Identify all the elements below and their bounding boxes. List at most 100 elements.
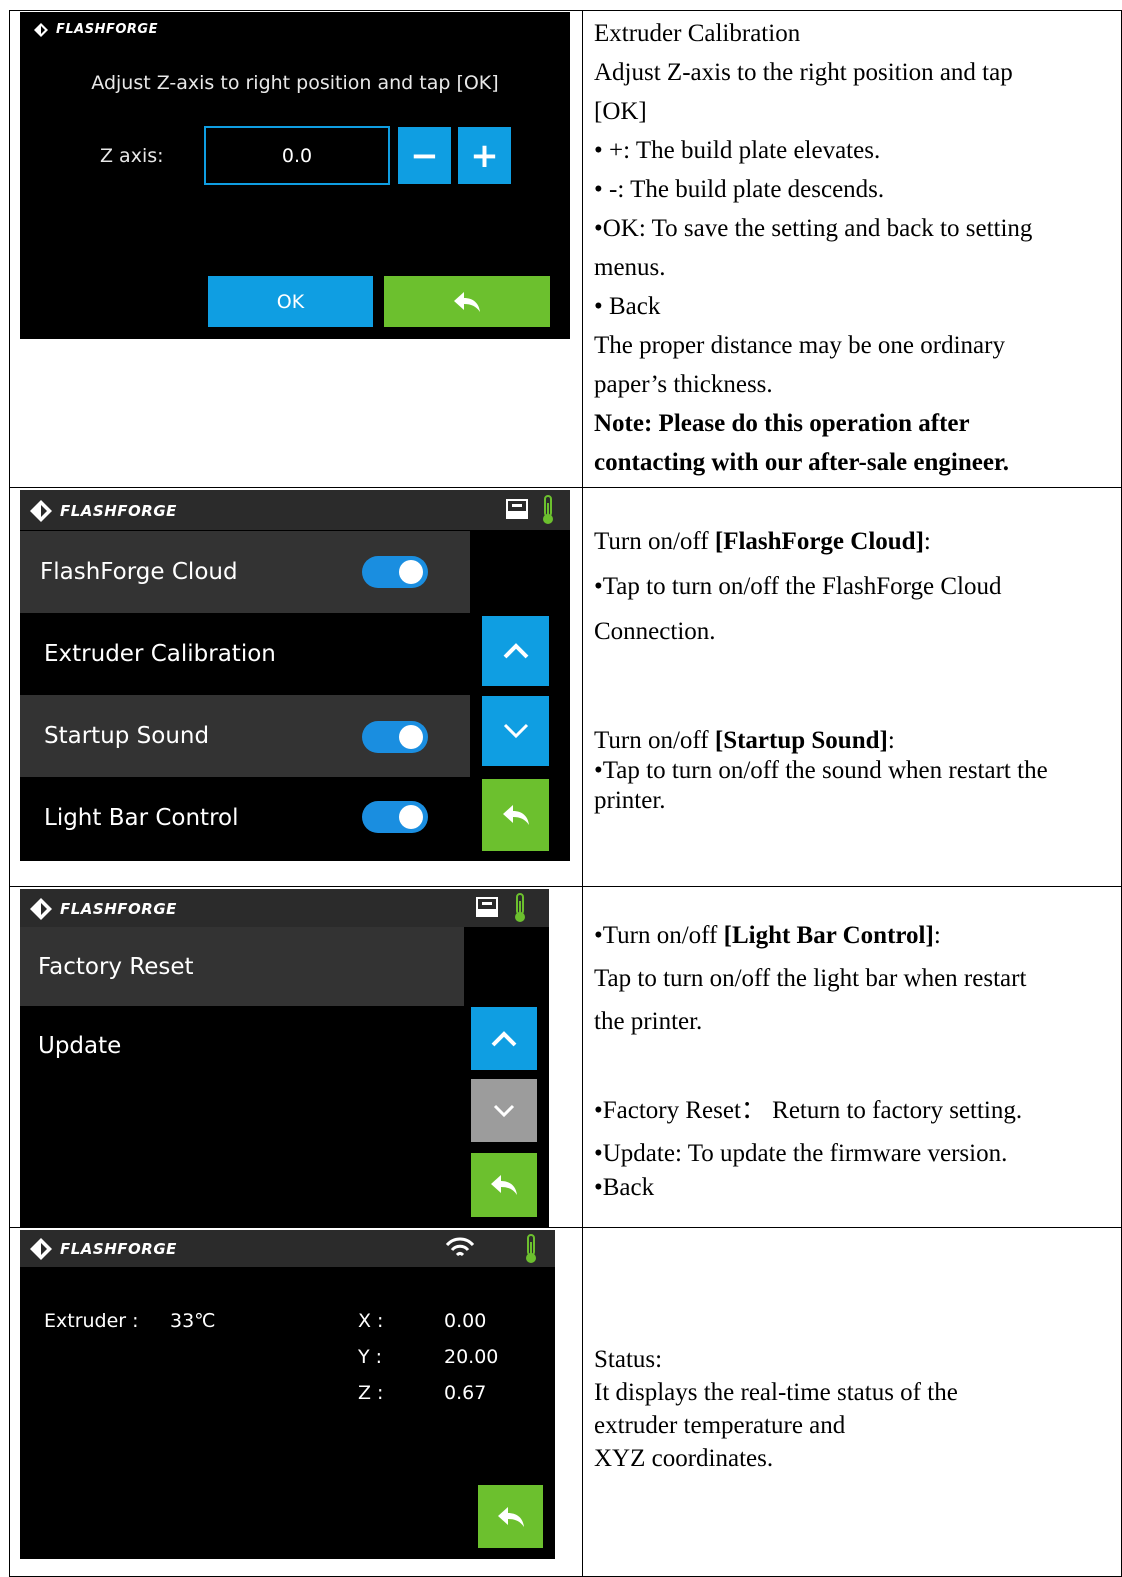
back-arrow-icon <box>502 805 529 825</box>
chevron-down-icon <box>493 1104 515 1117</box>
light-bar-toggle[interactable] <box>362 801 428 833</box>
thermometer-icon <box>526 1234 536 1263</box>
menu-row-light-bar-control[interactable]: Light Bar Control <box>20 777 470 859</box>
desc-line: printer. <box>594 787 666 814</box>
logo-text: FLASHFORGE <box>60 1240 177 1258</box>
menu-row-factory-reset[interactable]: Factory Reset <box>20 927 464 1006</box>
flashforge-logo: FLASHFORGE <box>30 500 177 522</box>
cloud-toggle[interactable] <box>362 556 428 588</box>
settings-menu-screen: FLASHFORGE FlashForge Cloud Extruder Cal… <box>20 490 570 861</box>
z-value: 0.67 <box>444 1382 487 1404</box>
thermometer-icon <box>515 893 525 922</box>
z-axis-value: 0.0 <box>281 144 313 167</box>
desc-heading: Turn on/off [Startup Sound]: <box>594 727 895 754</box>
desc-line: Tap to turn on/off the light bar when re… <box>594 965 1027 992</box>
desc-bullet: •OK: To save the setting and back to set… <box>594 215 1033 242</box>
calibration-screen: FLASHFORGE Adjust Z-axis to right positi… <box>20 12 570 339</box>
extruder-temperature: 33℃ <box>170 1310 216 1332</box>
flashforge-logo-icon <box>30 1238 52 1260</box>
menu-row-update[interactable]: Update <box>20 1006 464 1085</box>
top-bar: FLASHFORGE <box>20 490 570 530</box>
desc-line: menus. <box>594 254 666 281</box>
flashforge-logo-icon <box>30 500 52 522</box>
minus-button[interactable]: − <box>398 127 451 184</box>
description-status: Status: It displays the real-time status… <box>594 1343 1114 1475</box>
desc-line: [OK] <box>594 98 647 125</box>
menu-row-extruder-calibration[interactable]: Extruder Calibration <box>20 613 470 695</box>
logo-text: FLASHFORGE <box>56 22 158 37</box>
chevron-down-icon <box>503 723 528 739</box>
scroll-down-button[interactable] <box>471 1079 537 1142</box>
flashforge-logo: FLASHFORGE <box>30 1238 177 1260</box>
logo-text: FLASHFORGE <box>60 900 177 918</box>
x-label: X : <box>358 1310 384 1332</box>
desc-line: Adjust Z-axis to the right position and … <box>594 59 1013 86</box>
back-button[interactable] <box>471 1153 537 1217</box>
back-arrow-icon <box>497 1506 524 1527</box>
menu-row-label: Startup Sound <box>44 723 210 749</box>
desc-bullet: • -: The build plate descends. <box>594 176 885 203</box>
plus-button[interactable]: + <box>458 127 511 184</box>
desc-line: paper’s thickness. <box>594 371 773 398</box>
desc-line: XYZ coordinates. <box>594 1445 774 1472</box>
desc-note: contacting with our after-sale engineer. <box>594 449 1009 476</box>
desc-line: The proper distance may be one ordinary <box>594 332 1005 359</box>
printer-icon <box>476 897 498 917</box>
z-axis-value-field[interactable]: 0.0 <box>204 126 390 185</box>
desc-bullet: •Factory Reset： Return to factory settin… <box>594 1097 1023 1124</box>
description-cloud-sound: Turn on/off [FlashForge Cloud]: •Tap to … <box>594 522 1114 816</box>
back-button[interactable] <box>482 779 549 851</box>
flashforge-logo-icon <box>30 898 52 920</box>
z-label: Z : <box>358 1382 384 1404</box>
desc-heading: Turn on/off [FlashForge Cloud]: <box>594 528 931 555</box>
desc-heading: •Turn on/off [Light Bar Control]: <box>594 922 941 949</box>
printer-icon <box>506 499 528 519</box>
menu-row-flashforge-cloud[interactable]: FlashForge Cloud <box>20 531 470 613</box>
calibration-instruction: Adjust Z-axis to right position and tap … <box>91 72 499 94</box>
scroll-up-button[interactable] <box>482 616 549 686</box>
back-arrow-icon <box>491 1175 517 1195</box>
thermometer-icon <box>543 495 553 524</box>
back-button[interactable] <box>478 1485 543 1548</box>
description-light-reset-update: •Turn on/off [Light Bar Control]: Tap to… <box>594 916 1114 1203</box>
scroll-down-button[interactable] <box>482 696 549 766</box>
chevron-up-icon <box>491 1030 517 1046</box>
ok-label: OK <box>276 290 305 313</box>
desc-line: Connection. <box>594 618 716 645</box>
settings-menu-screen-2: FLASHFORGE Factory Reset Update <box>20 889 549 1227</box>
back-button[interactable] <box>384 276 550 327</box>
status-screen: FLASHFORGE Extruder : 33℃ X : 0.00 Y : 2… <box>20 1230 555 1559</box>
menu-row-label: Light Bar Control <box>44 805 239 831</box>
z-axis-label: Z axis: <box>100 145 164 167</box>
menu-row-label: Extruder Calibration <box>44 641 276 667</box>
flashforge-logo: FLASHFORGE <box>30 898 177 920</box>
menu-row-startup-sound[interactable]: Startup Sound <box>20 695 470 777</box>
logo-text: FLASHFORGE <box>60 502 177 520</box>
chevron-up-icon <box>503 643 528 659</box>
y-label: Y : <box>358 1346 383 1368</box>
ok-button[interactable]: OK <box>208 276 373 327</box>
desc-bullet: •Back <box>594 1174 655 1201</box>
top-bar: FLASHFORGE <box>20 1230 555 1267</box>
extruder-label: Extruder : <box>44 1310 139 1332</box>
scroll-up-button[interactable] <box>471 1007 537 1070</box>
desc-bullet: •Tap to turn on/off the FlashForge Cloud <box>594 573 1002 600</box>
desc-line: It displays the real-time status of the <box>594 1379 958 1406</box>
desc-note: Note: Please do this operation after <box>594 410 970 437</box>
flashforge-logo: FLASHFORGE <box>34 22 158 37</box>
desc-title: Status: <box>594 1346 663 1373</box>
menu-row-label: Update <box>38 1032 122 1059</box>
minus-icon: − <box>410 135 439 176</box>
desc-bullet: •Tap to turn on/off the sound when resta… <box>594 757 1048 784</box>
startup-sound-toggle[interactable] <box>362 721 428 753</box>
desc-bullet: • Back <box>594 293 661 320</box>
desc-line: extruder temperature and <box>594 1412 846 1439</box>
description-extruder-calibration: Extruder Calibration Adjust Z-axis to th… <box>594 14 1114 482</box>
desc-bullet: • +: The build plate elevates. <box>594 137 881 164</box>
y-value: 20.00 <box>444 1346 499 1368</box>
wifi-icon <box>445 1237 475 1257</box>
top-bar: FLASHFORGE <box>20 889 549 927</box>
plus-icon: + <box>470 135 499 176</box>
desc-bullet: •Update: To update the firmware version. <box>594 1140 1008 1167</box>
desc-line: the printer. <box>594 1008 703 1035</box>
